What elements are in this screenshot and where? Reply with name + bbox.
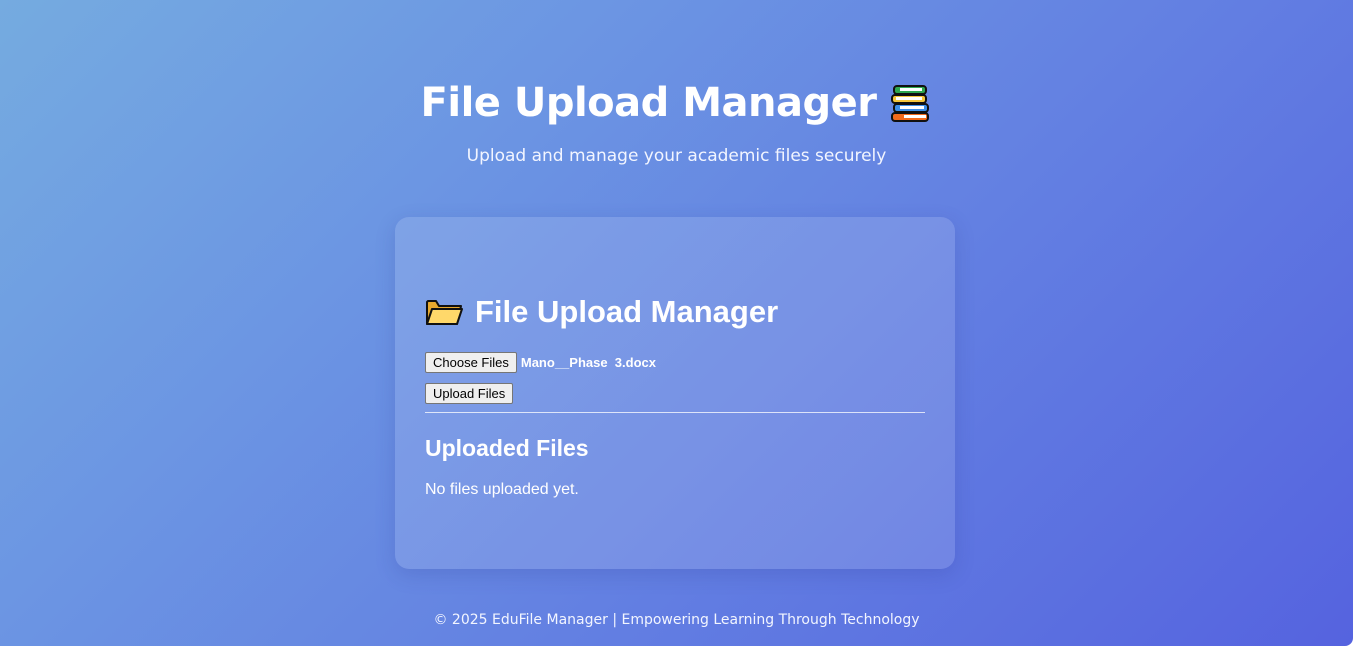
page-header: File Upload Manager bbox=[0, 77, 1353, 129]
divider bbox=[425, 412, 925, 413]
books-icon bbox=[890, 82, 932, 124]
uploaded-files-heading: Uploaded Files bbox=[425, 435, 589, 461]
selected-file-name: Mano__Phase 3.docx bbox=[520, 355, 656, 370]
page-background: File Upload Manager Upload and manage yo… bbox=[0, 0, 1353, 646]
card-title: File Upload Manager bbox=[475, 294, 779, 329]
upload-card: File Upload Manager Choose Files Mano__P… bbox=[395, 217, 955, 569]
footer-text: © 2025 EduFile Manager | Empowering Lear… bbox=[433, 612, 920, 628]
empty-files-message: No files uploaded yet. bbox=[425, 481, 579, 498]
folder-icon bbox=[425, 297, 463, 327]
card-title-row: File Upload Manager bbox=[425, 293, 778, 331]
page-subtitle: Upload and manage your academic files se… bbox=[466, 146, 887, 166]
upload-files-button[interactable]: Upload Files bbox=[425, 383, 514, 404]
file-input: Choose Files Mano__Phase 3.docx bbox=[425, 352, 656, 373]
page-title: File Upload Manager bbox=[420, 80, 877, 126]
choose-files-button[interactable]: Choose Files bbox=[425, 352, 517, 373]
